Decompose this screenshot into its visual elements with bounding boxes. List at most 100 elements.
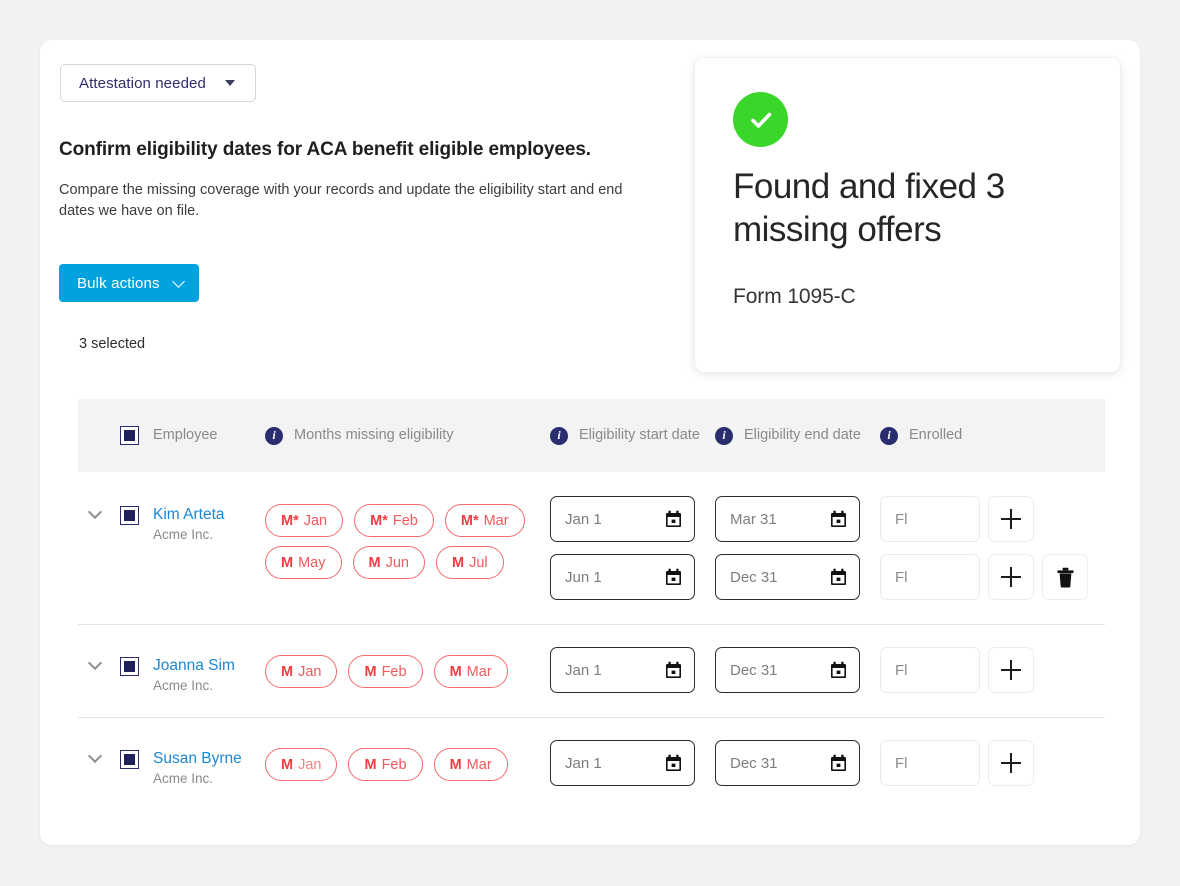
header-months: i Months missing eligibility <box>265 399 550 472</box>
row-select-checkbox[interactable] <box>120 657 139 676</box>
row-expand-cell <box>78 740 120 786</box>
table-row: Susan Byrne Acme Inc. M Jan M Feb M Mar Jan 1… <box>78 717 1105 810</box>
employee-name[interactable]: Kim Arteta <box>153 506 225 523</box>
table-row: Kim Arteta Acme Inc. M* Jan M* Feb M* Mar M May… <box>78 472 1105 624</box>
calendar-icon <box>666 510 681 527</box>
employee-info: Susan Byrne Acme Inc. <box>153 750 242 786</box>
row-select-checkbox[interactable] <box>120 506 139 525</box>
employee-cell: Kim Arteta Acme Inc. <box>120 496 265 600</box>
page-title: Confirm eligibility dates for ACA benefi… <box>59 139 591 160</box>
month-chip[interactable]: M Jun <box>352 546 425 579</box>
month-chip[interactable]: M Jul <box>435 546 504 579</box>
month-chip[interactable]: M Feb <box>348 748 423 781</box>
month-chip[interactable]: M* Mar <box>444 504 525 537</box>
chevron-down-icon <box>171 274 185 288</box>
employee-name[interactable]: Joanna Sim <box>153 657 235 674</box>
row-select-checkbox[interactable] <box>120 750 139 769</box>
end-date-cell: Mar 31 Dec 31 <box>715 496 880 600</box>
chevron-down-icon[interactable] <box>87 504 103 520</box>
calendar-icon <box>831 754 846 771</box>
row-expand-cell <box>78 647 120 693</box>
selected-count: 3 selected <box>79 336 146 352</box>
info-icon[interactable]: i <box>880 426 898 445</box>
end-date-value: Dec 31 <box>730 661 778 679</box>
month-chip[interactable]: M* Jan <box>265 504 344 537</box>
eligibility-start-date-input[interactable]: Jan 1 <box>550 740 695 786</box>
delete-period-button[interactable] <box>1042 554 1088 600</box>
start-date-value: Jun 1 <box>565 568 602 586</box>
month-chip[interactable]: M Feb <box>348 655 423 688</box>
enrolled-cell: Fl <box>880 647 1105 693</box>
enrolled-row: Fl <box>880 740 1105 786</box>
add-period-button[interactable] <box>988 740 1034 786</box>
enrolled-cell: Fl Fl <box>880 496 1105 600</box>
calendar-icon <box>831 661 846 678</box>
employee-org: Acme Inc. <box>153 678 214 693</box>
table-row: Joanna Sim Acme Inc. M Jan M Feb M Mar Jan 1 … <box>78 624 1105 717</box>
eligibility-start-date-input[interactable]: Jan 1 <box>550 647 695 693</box>
enrolled-value: Fl <box>895 754 908 772</box>
info-icon[interactable]: i <box>265 426 283 445</box>
calendar-icon <box>666 754 681 771</box>
chevron-down-icon[interactable] <box>87 655 103 671</box>
month-chip[interactable]: M Mar <box>433 655 508 688</box>
eligibility-end-date-input[interactable]: Mar 31 <box>715 496 860 542</box>
end-date-value: Dec 31 <box>730 754 778 772</box>
start-date-value: Jan 1 <box>565 661 602 679</box>
end-date-value: Mar 31 <box>730 510 777 528</box>
eligibility-table: Employee i Months missing eligibility i … <box>78 399 1105 810</box>
add-period-button[interactable] <box>988 647 1034 693</box>
month-chip[interactable]: M* Feb <box>354 504 434 537</box>
header-end-date-label: Eligibility end date <box>744 427 861 443</box>
employee-org: Acme Inc. <box>153 527 214 542</box>
callout-title: Found and fixed 3 missing offers <box>733 167 1005 249</box>
header-expand-spacer <box>78 399 120 472</box>
month-chip[interactable]: M Jan <box>265 655 338 688</box>
end-date-value: Dec 31 <box>730 568 778 586</box>
enrolled-cell: Fl <box>880 740 1105 786</box>
filter-label: Attestation needed <box>79 74 206 92</box>
select-all-checkbox[interactable] <box>120 426 139 445</box>
eligibility-end-date-input[interactable]: Dec 31 <box>715 554 860 600</box>
app-root: Attestation needed Confirm eligibility d… <box>0 0 1180 886</box>
bulk-actions-button[interactable]: Bulk actions <box>59 264 199 302</box>
enrolled-input[interactable]: Fl <box>880 554 980 600</box>
month-chip[interactable]: M Jan <box>265 748 338 781</box>
start-date-value: Jan 1 <box>565 754 602 772</box>
caret-down-icon <box>225 80 235 86</box>
months-cell: M Jan M Feb M Mar <box>265 740 550 786</box>
months-cell: M* Jan M* Feb M* Mar M May M Jun M Jul <box>265 496 550 600</box>
header-start-date: i Eligibility start date <box>550 399 715 472</box>
eligibility-end-date-input[interactable]: Dec 31 <box>715 647 860 693</box>
add-period-button[interactable] <box>988 496 1034 542</box>
header-end-date: i Eligibility end date <box>715 399 880 472</box>
end-date-cell: Dec 31 <box>715 740 880 786</box>
header-enrolled-label: Enrolled <box>909 427 963 443</box>
employee-cell: Susan Byrne Acme Inc. <box>120 740 265 786</box>
eligibility-start-date-input[interactable]: Jun 1 <box>550 554 695 600</box>
plus-icon <box>1001 660 1021 680</box>
months-cell: M Jan M Feb M Mar <box>265 647 550 693</box>
enrolled-input[interactable]: Fl <box>880 647 980 693</box>
chevron-down-icon[interactable] <box>87 748 103 764</box>
header-enrolled: i Enrolled <box>880 399 1105 472</box>
month-chip[interactable]: M May <box>265 546 342 579</box>
calendar-icon <box>666 568 681 585</box>
employee-info: Kim Arteta Acme Inc. <box>153 506 225 542</box>
employee-cell: Joanna Sim Acme Inc. <box>120 647 265 693</box>
employee-name[interactable]: Susan Byrne <box>153 750 242 767</box>
enrolled-input[interactable]: Fl <box>880 496 980 542</box>
plus-icon <box>1001 509 1021 529</box>
enrolled-input[interactable]: Fl <box>880 740 980 786</box>
success-callout-card: Found and fixed 3 missing offers Form 10… <box>695 58 1120 372</box>
eligibility-start-date-input[interactable]: Jan 1 <box>550 496 695 542</box>
add-period-button[interactable] <box>988 554 1034 600</box>
attestation-status-filter[interactable]: Attestation needed <box>60 64 256 102</box>
eligibility-end-date-input[interactable]: Dec 31 <box>715 740 860 786</box>
info-icon[interactable]: i <box>715 426 733 445</box>
plus-icon <box>1001 753 1021 773</box>
month-chip[interactable]: M Mar <box>433 748 508 781</box>
enrolled-value: Fl <box>895 510 908 528</box>
info-icon[interactable]: i <box>550 426 568 445</box>
employee-org: Acme Inc. <box>153 771 214 786</box>
